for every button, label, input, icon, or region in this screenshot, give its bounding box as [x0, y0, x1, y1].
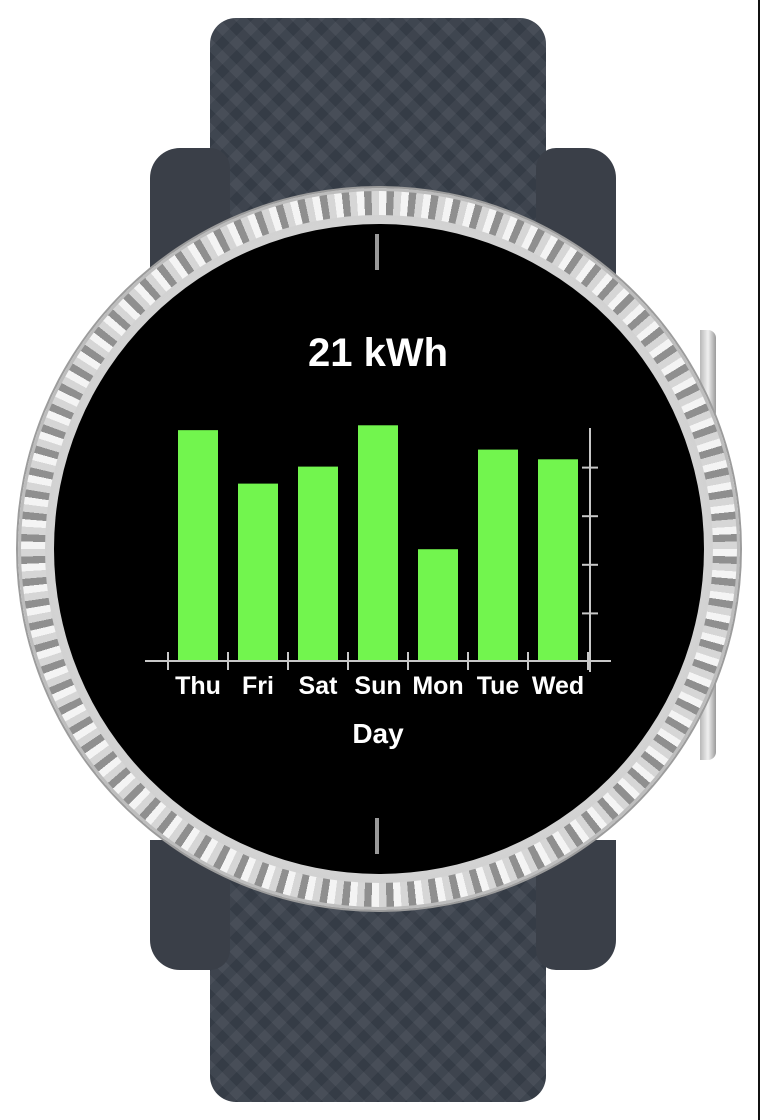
bar-tue	[478, 449, 518, 661]
x-tick-label: Sun	[354, 672, 401, 700]
bar-thu	[178, 430, 218, 661]
x-axis-label: Day	[352, 718, 404, 749]
bar-sun	[358, 425, 398, 661]
bar-sat	[298, 466, 338, 661]
x-tick-label: Thu	[175, 672, 221, 700]
bar-mon	[418, 549, 458, 661]
x-tick-label: Wed	[532, 672, 584, 700]
x-tick-label: Tue	[477, 672, 520, 700]
bar-chart: Thu Fri Sat Sun Mon Tue Wed Day	[145, 425, 611, 749]
x-tick-label: Fri	[242, 672, 274, 700]
bar-wed	[538, 459, 578, 661]
x-tick-label: Mon	[412, 672, 463, 700]
x-tick-label: Sat	[299, 672, 339, 700]
bar-fri	[238, 483, 278, 661]
